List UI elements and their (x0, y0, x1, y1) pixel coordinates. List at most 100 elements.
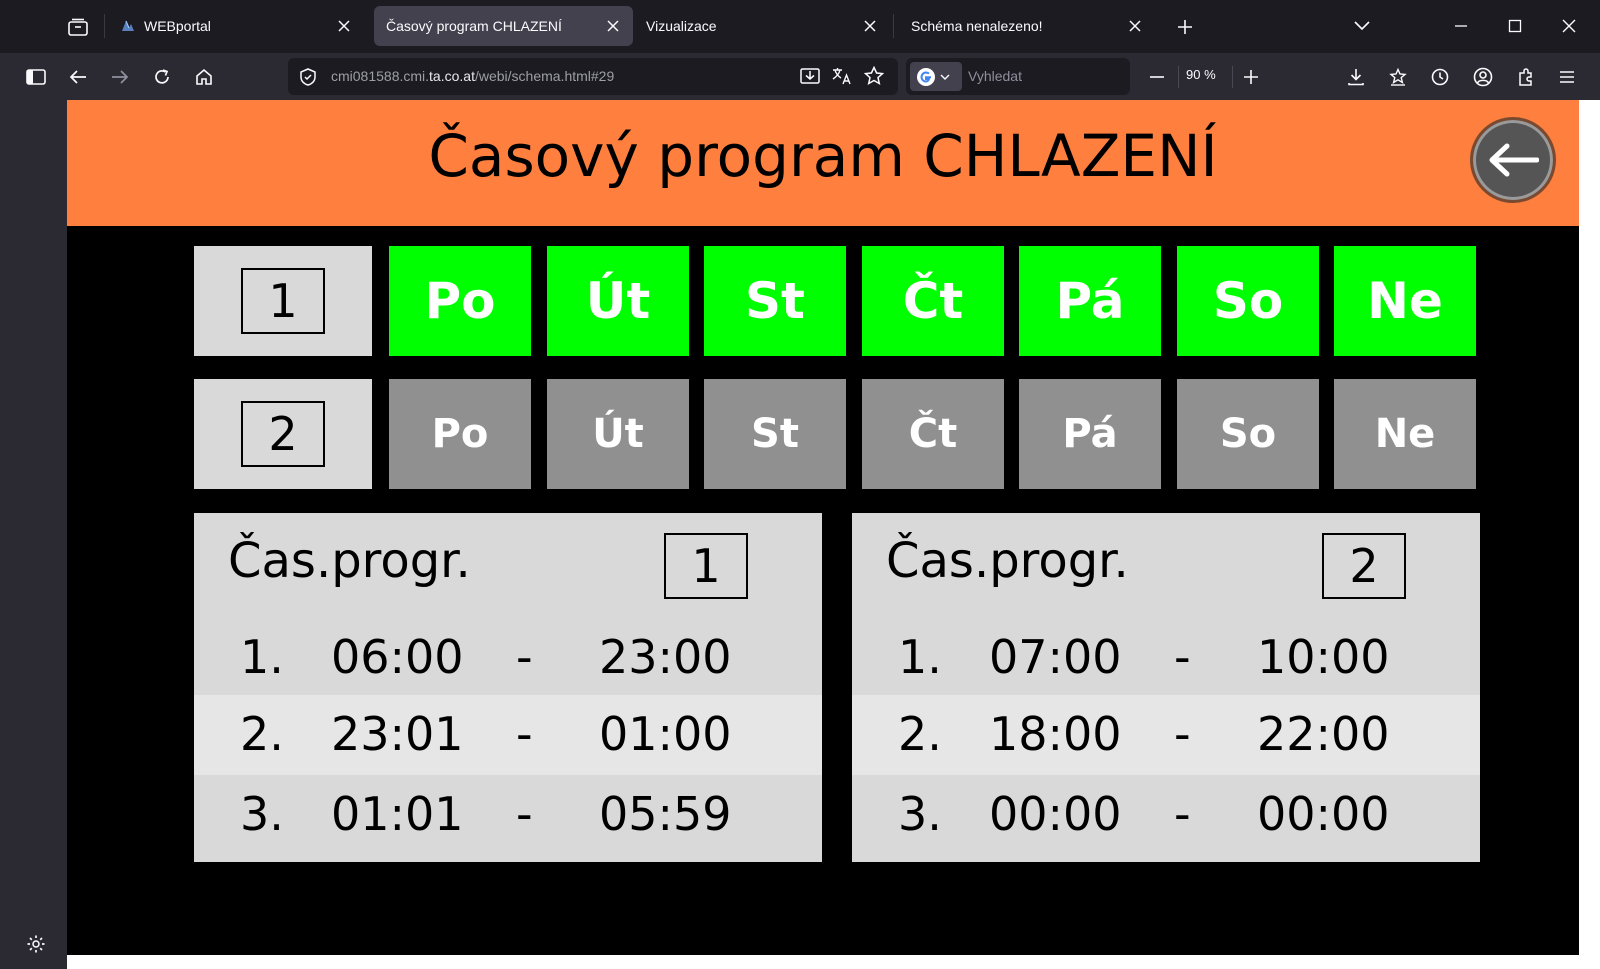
time-slot-row[interactable]: 2. 23:01 - 01:00 (194, 695, 822, 775)
navigation-toolbar: cmi081588.cmi.ta.co.at/webi/schema.html#… (0, 53, 1600, 100)
maximize-icon (1508, 19, 1522, 33)
slot-start-time[interactable]: 07:00 (989, 630, 1122, 684)
close-tab-icon[interactable] (332, 14, 356, 38)
url-text[interactable]: cmi081588.cmi.ta.co.at/webi/schema.html#… (331, 68, 614, 84)
time-slot-row[interactable]: 1. 06:00 - 23:00 (194, 618, 822, 698)
slot-start-time[interactable]: 00:00 (989, 787, 1122, 841)
program-selector-1[interactable]: 1 (194, 246, 372, 356)
downloads-button[interactable] (1340, 61, 1372, 93)
install-app-icon[interactable] (800, 67, 820, 85)
slot-end-time[interactable]: 23:00 (599, 630, 732, 684)
account-icon (1473, 67, 1493, 87)
search-input[interactable]: Vyhledat (968, 68, 1022, 84)
day-button-row2-ct[interactable]: Čt (862, 379, 1004, 489)
tab-label: Vizualizace (646, 18, 717, 34)
close-tab-icon[interactable] (858, 14, 882, 38)
search-engine-selector[interactable] (910, 62, 962, 91)
back-navigation-button[interactable] (1470, 117, 1556, 203)
minus-icon (1150, 76, 1164, 78)
tab-schema-nenalezeno[interactable]: Schéma nenalezeno! (899, 6, 1155, 46)
slot-dash: - (1174, 787, 1191, 841)
hamburger-menu-icon (1560, 71, 1574, 83)
slot-dash: - (516, 787, 533, 841)
day-button-row2-po[interactable]: Po (389, 379, 531, 489)
day-button-row1-st[interactable]: St (704, 246, 846, 356)
day-button-row1-po[interactable]: Po (389, 246, 531, 356)
day-button-row2-so[interactable]: So (1177, 379, 1319, 489)
reload-button[interactable] (146, 61, 178, 93)
home-button[interactable] (188, 61, 220, 93)
url-path: /webi/schema.html#29 (474, 68, 615, 84)
slot-start-time[interactable]: 01:01 (331, 787, 464, 841)
slot-end-time[interactable]: 05:59 (599, 787, 732, 841)
zoom-in-button[interactable] (1235, 61, 1267, 93)
tab-vizualizace[interactable]: Vizualizace (634, 6, 890, 46)
tab-casovy-program[interactable]: Časový program CHLAZENÍ (374, 6, 633, 46)
day-button-row2-pa[interactable]: Pá (1019, 379, 1161, 489)
slot-start-time[interactable]: 18:00 (989, 707, 1122, 761)
day-button-row1-ut[interactable]: Út (547, 246, 689, 356)
day-button-row1-so[interactable]: So (1177, 246, 1319, 356)
extensions-button[interactable] (1510, 61, 1542, 93)
arrow-right-icon (112, 70, 129, 84)
google-icon (917, 67, 935, 86)
minimize-icon (1455, 25, 1467, 27)
sidebar-settings-button[interactable] (24, 932, 48, 956)
slot-end-time[interactable]: 01:00 (599, 707, 732, 761)
new-tab-button[interactable] (1171, 13, 1199, 41)
star-icon[interactable] (864, 66, 884, 86)
time-slot-row[interactable]: 3. 00:00 - 00:00 (852, 775, 1480, 855)
translate-icon[interactable] (832, 67, 852, 85)
slot-dash: - (1174, 630, 1191, 684)
slot-end-time[interactable]: 00:00 (1257, 787, 1390, 841)
close-tab-icon[interactable] (601, 14, 625, 38)
tab-label: Časový program CHLAZENÍ (386, 18, 562, 34)
puzzle-icon (1519, 68, 1532, 86)
sidebar-icon (26, 69, 46, 85)
day-button-row2-st[interactable]: St (704, 379, 846, 489)
close-icon (1562, 19, 1576, 33)
slot-end-time[interactable]: 10:00 (1257, 630, 1390, 684)
zoom-level[interactable]: 90 % (1186, 67, 1216, 82)
account-button[interactable] (1467, 61, 1499, 93)
menu-button[interactable] (1551, 61, 1583, 93)
tab-overview-icon[interactable] (60, 10, 96, 44)
close-tab-icon[interactable] (1123, 14, 1147, 38)
day-button-row2-ut[interactable]: Út (547, 379, 689, 489)
forward-button[interactable] (104, 61, 136, 93)
time-slot-row[interactable]: 3. 01:01 - 05:59 (194, 775, 822, 855)
slot-dash: - (516, 707, 533, 761)
page-content: Časový program CHLAZENÍ 1 Po Út St Čt Pá… (67, 100, 1600, 969)
sidebar-toggle-button[interactable] (20, 61, 52, 93)
slot-end-time[interactable]: 22:00 (1257, 707, 1390, 761)
day-button-row1-ne[interactable]: Ne (1334, 246, 1476, 356)
tab-separator (104, 14, 105, 38)
time-slot-row[interactable]: 1. 07:00 - 10:00 (852, 618, 1480, 698)
time-slot-row[interactable]: 2. 18:00 - 22:00 (852, 695, 1480, 775)
slot-start-time[interactable]: 06:00 (331, 630, 464, 684)
tab-label: WEBportal (144, 18, 211, 34)
day-button-row1-pa[interactable]: Pá (1019, 246, 1161, 356)
shield-icon[interactable] (300, 68, 316, 86)
minimize-button[interactable] (1444, 10, 1478, 42)
tab-webportal[interactable]: WEBportal (108, 6, 364, 46)
maximize-button[interactable] (1498, 10, 1532, 42)
list-all-tabs-button[interactable] (1345, 10, 1379, 42)
page-header: Časový program CHLAZENÍ (67, 100, 1579, 226)
slot-start-time[interactable]: 23:01 (331, 707, 464, 761)
reload-icon (155, 69, 169, 84)
back-button[interactable] (62, 61, 94, 93)
toolbar-separator (1178, 66, 1179, 88)
panel-program-number: 1 (664, 533, 748, 599)
bookmarks-icon (1389, 68, 1407, 86)
program-selector-2[interactable]: 2 (194, 379, 372, 489)
close-window-button[interactable] (1552, 10, 1586, 42)
search-bar[interactable]: Vyhledat (906, 58, 1130, 95)
slot-index: 1. (240, 630, 284, 684)
url-bar[interactable]: cmi081588.cmi.ta.co.at/webi/schema.html#… (288, 58, 898, 95)
day-button-row1-ct[interactable]: Čt (862, 246, 1004, 356)
zoom-out-button[interactable] (1141, 61, 1173, 93)
bookmarks-button[interactable] (1382, 61, 1414, 93)
day-button-row2-ne[interactable]: Ne (1334, 379, 1476, 489)
history-button[interactable] (1424, 61, 1456, 93)
